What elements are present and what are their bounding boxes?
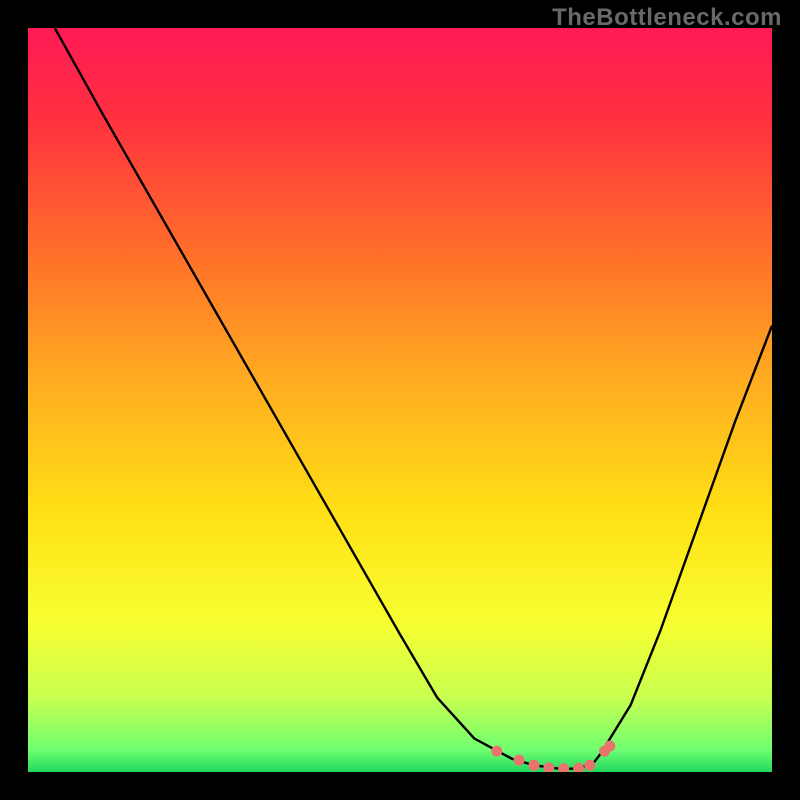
bottom-threshold-band xyxy=(28,759,772,772)
chart-svg xyxy=(0,0,800,800)
highlight-dot xyxy=(514,755,525,766)
chart-container: TheBottleneck.com xyxy=(0,0,800,800)
highlight-dot xyxy=(528,760,539,771)
highlight-dot xyxy=(584,760,595,771)
watermark-text: TheBottleneck.com xyxy=(552,4,782,32)
plot-background xyxy=(28,28,772,772)
highlight-dot xyxy=(491,746,502,757)
highlight-dot xyxy=(604,740,615,751)
highlight-dot xyxy=(543,762,554,773)
